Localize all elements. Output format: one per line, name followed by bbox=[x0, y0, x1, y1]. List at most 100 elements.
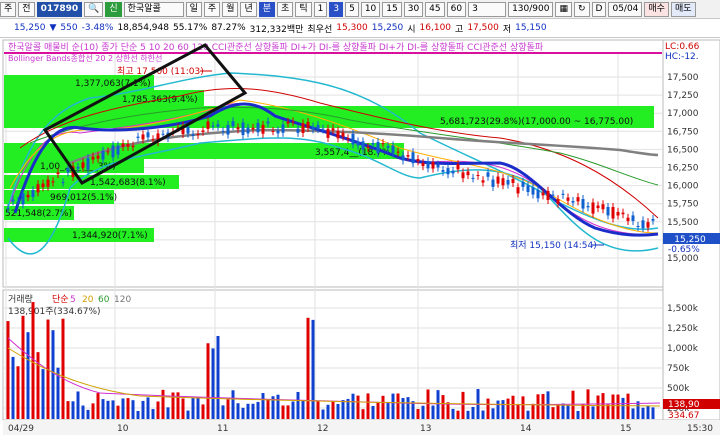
volume-bar bbox=[276, 394, 280, 419]
stock-name[interactable]: 한국알콜 bbox=[123, 1, 184, 17]
price-tick-label: 15,750 bbox=[667, 200, 699, 210]
volume-bar bbox=[566, 405, 570, 419]
buy-button[interactable]: 매수 bbox=[644, 1, 669, 17]
tab-month[interactable]: 월 bbox=[222, 1, 239, 17]
volume-bar bbox=[381, 395, 385, 419]
x-tick-label: 11 bbox=[217, 424, 228, 434]
candle-body bbox=[331, 128, 335, 131]
volume-bar bbox=[461, 391, 465, 419]
tab-day[interactable]: 일 bbox=[185, 1, 202, 17]
volume-bar bbox=[161, 389, 165, 419]
chart-svg[interactable]: 한국알콜 매물비 순(10) 종가 단순 5 10 20 60 120 CCI관… bbox=[0, 38, 720, 435]
price-tick-label: 15,000 bbox=[667, 254, 699, 264]
candle-body bbox=[531, 187, 535, 195]
low-label: 저 bbox=[502, 24, 512, 35]
candle-body bbox=[321, 128, 325, 130]
volume-profile-label: 1,344,920(7.1%) bbox=[72, 231, 148, 241]
volume-bar bbox=[596, 395, 600, 419]
volume-annotation: 138,901주(334.67%) bbox=[8, 306, 101, 317]
price-pct-badge: -0.65% bbox=[668, 245, 700, 255]
date-field[interactable]: 05/04 bbox=[608, 1, 643, 17]
tab-second[interactable]: 초 bbox=[277, 1, 294, 17]
volume-bar bbox=[641, 407, 645, 419]
candle-body bbox=[36, 184, 40, 193]
candle-body bbox=[226, 124, 230, 135]
tab-week[interactable]: 주 bbox=[203, 1, 221, 17]
refresh-icon[interactable]: ↻ bbox=[573, 1, 590, 17]
candle-body bbox=[381, 143, 385, 145]
candle-body bbox=[606, 206, 610, 216]
volume-bar bbox=[531, 403, 535, 419]
candle-body bbox=[66, 167, 70, 173]
volume-bar bbox=[256, 401, 260, 419]
candle-body bbox=[506, 180, 510, 185]
candle-body bbox=[361, 141, 365, 150]
previous-button[interactable]: 전 bbox=[18, 1, 35, 17]
candle-body bbox=[131, 145, 135, 148]
candle-body bbox=[551, 194, 555, 196]
interval-15[interactable]: 15 bbox=[382, 1, 402, 17]
volume-bar bbox=[86, 409, 90, 419]
d-checkbox[interactable]: D bbox=[591, 1, 607, 17]
interval-60[interactable]: 60 bbox=[446, 1, 467, 17]
candle-body bbox=[301, 123, 305, 134]
interval-30[interactable]: 30 bbox=[403, 1, 424, 17]
tab-minute[interactable]: 분 bbox=[258, 1, 276, 17]
candle-body bbox=[366, 146, 370, 149]
candle-body bbox=[191, 134, 195, 136]
volume-bar bbox=[26, 332, 30, 419]
volume-tick-label: 1,250k bbox=[667, 324, 699, 334]
candle-body bbox=[546, 190, 550, 201]
tab-toggle[interactable]: 주 bbox=[0, 1, 17, 17]
candle-body bbox=[426, 161, 430, 169]
chart-icon[interactable]: ▦ bbox=[555, 1, 572, 17]
candle-body bbox=[26, 194, 30, 198]
trading-amount: 312,332백만 bbox=[249, 24, 304, 35]
candle-body bbox=[501, 178, 505, 186]
price-change: 550 bbox=[60, 23, 78, 33]
volume-bar bbox=[406, 397, 410, 419]
x-tick-label: 13 bbox=[420, 424, 431, 434]
count-field[interactable]: 130/900 bbox=[508, 1, 554, 17]
volume-ma-type: 단순 bbox=[52, 294, 69, 305]
candle-body bbox=[651, 219, 655, 221]
volume-ratio: 55.17% bbox=[172, 23, 208, 33]
candle-body bbox=[516, 187, 520, 194]
volume-bar bbox=[601, 393, 605, 419]
volume-bar bbox=[251, 403, 255, 419]
chart-area[interactable]: 한국알콜 매물비 순(10) 종가 단순 5 10 20 60 120 CCI관… bbox=[0, 38, 720, 435]
volume-badge-text: 138,90 bbox=[668, 400, 700, 410]
bollinger-legend[interactable]: Bollinger Bands종합선 20 2 상한선 하한선 bbox=[8, 53, 162, 63]
best-ask: 15,300 bbox=[336, 23, 368, 33]
candle-body bbox=[21, 193, 25, 205]
interval-3[interactable]: 3 bbox=[329, 1, 344, 17]
interval-10[interactable]: 10 bbox=[360, 1, 381, 17]
indicator-legend[interactable]: 한국알콜 매물비 순(10) 종가 단순 5 10 20 60 120 CCI관… bbox=[8, 41, 544, 53]
candle-body bbox=[211, 125, 215, 127]
interval-5[interactable]: 5 bbox=[345, 1, 359, 17]
candle-body bbox=[86, 158, 90, 170]
sell-button[interactable]: 매도 bbox=[670, 1, 696, 17]
candle-body bbox=[51, 181, 55, 183]
candle-body bbox=[436, 164, 440, 168]
x-axis-band bbox=[3, 420, 720, 435]
candle-body bbox=[316, 124, 320, 129]
volume-bar bbox=[576, 410, 580, 419]
tab-year[interactable]: 년 bbox=[240, 1, 257, 17]
interval-45[interactable]: 45 bbox=[425, 1, 445, 17]
tab-tick[interactable]: 틱 bbox=[295, 1, 312, 17]
candle-body bbox=[581, 199, 585, 209]
top-toolbar: 주 전 017890 🔍 신 한국알콜 일 주 월 년 분 초 틱 1 3 5 … bbox=[0, 0, 720, 19]
time-label: 15:30 bbox=[687, 424, 713, 434]
stock-code-input[interactable]: 017890 bbox=[36, 1, 83, 17]
search-icon[interactable]: 🔍 bbox=[84, 1, 104, 17]
candle-body bbox=[401, 155, 405, 161]
candle-body bbox=[411, 152, 415, 164]
volume-bar bbox=[631, 408, 635, 419]
volume-bar bbox=[116, 405, 120, 419]
interval-1[interactable]: 1 bbox=[313, 1, 328, 17]
candle-body bbox=[456, 164, 460, 170]
candle-body bbox=[406, 155, 410, 157]
interval-select[interactable]: 3 bbox=[468, 1, 507, 17]
candle-body bbox=[116, 145, 120, 155]
